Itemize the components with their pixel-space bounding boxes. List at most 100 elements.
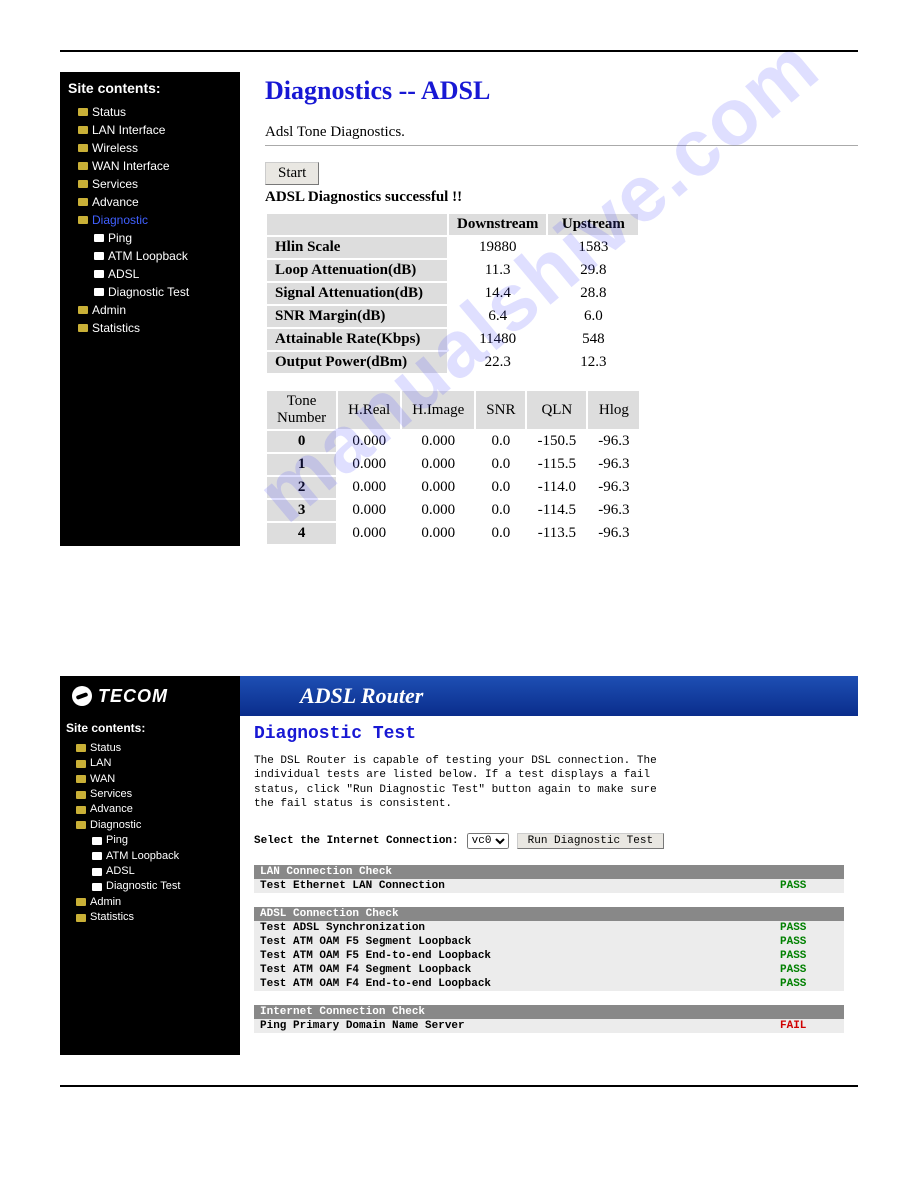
cell-himage: 0.000	[402, 500, 474, 521]
sidebar-item-label: Advance	[92, 193, 139, 211]
sidebar-item-label: Status	[92, 103, 126, 121]
sidebar-item-advance[interactable]: Advance	[68, 193, 232, 211]
panel-diagnostic-test: TECOM ADSL Router Site contents: StatusL…	[60, 676, 858, 1055]
cell-upstream: 28.8	[548, 283, 638, 304]
table-row: 20.0000.0000.0-114.0-96.3	[267, 477, 639, 498]
sidebar-item-label: LAN Interface	[92, 121, 165, 139]
sidebar-item-lan-interface[interactable]: LAN Interface	[68, 121, 232, 139]
sidebar-item-label: Status	[90, 741, 121, 756]
col-downstream: Downstream	[449, 214, 546, 235]
content-area: Diagnostic Test The DSL Router is capabl…	[240, 716, 858, 1055]
col-header: QLN	[527, 391, 586, 429]
check-label: Ping Primary Domain Name Server	[254, 1019, 774, 1033]
sidebar-item-label: Services	[92, 175, 138, 193]
sidebar-item-label: Advance	[90, 802, 133, 817]
cell-tone-number: 4	[267, 523, 336, 544]
sidebar-item-label: Diagnostic	[92, 211, 148, 229]
page-icon	[92, 868, 102, 876]
sidebar-item-diagnostic-test[interactable]: Diagnostic Test	[66, 879, 234, 894]
sidebar-item-services[interactable]: Services	[66, 787, 234, 802]
sidebar-item-label: Statistics	[92, 319, 140, 337]
page-description: The DSL Router is capable of testing you…	[254, 754, 674, 811]
sidebar: Site contents: StatusLAN InterfaceWirele…	[60, 72, 240, 546]
cell-qln: -113.5	[527, 523, 586, 544]
sidebar-item-admin[interactable]: Admin	[68, 301, 232, 319]
sidebar-item-ping[interactable]: Ping	[68, 229, 232, 247]
connection-select[interactable]: vc0	[467, 833, 509, 849]
folder-icon	[76, 760, 86, 768]
sidebar-item-services[interactable]: Services	[68, 175, 232, 193]
row-label: Hlin Scale	[267, 237, 447, 258]
col-upstream: Upstream	[548, 214, 638, 235]
table-row: Test ATM OAM F5 End-to-end LoopbackPASS	[254, 949, 844, 963]
cell-hreal: 0.000	[338, 431, 400, 452]
page-icon	[94, 270, 104, 278]
table-row: 30.0000.0000.0-114.5-96.3	[267, 500, 639, 521]
start-button[interactable]: Start	[265, 162, 319, 185]
row-label: SNR Margin(dB)	[267, 306, 447, 327]
banner-title: ADSL Router	[240, 676, 858, 716]
cell-himage: 0.000	[402, 523, 474, 544]
folder-icon	[76, 744, 86, 752]
sidebar-item-adsl[interactable]: ADSL	[68, 265, 232, 283]
check-label: Test ATM OAM F5 Segment Loopback	[254, 935, 774, 949]
page-icon	[94, 234, 104, 242]
cell-hreal: 0.000	[338, 523, 400, 544]
sidebar-item-label: Wireless	[92, 139, 138, 157]
sidebar-item-ping[interactable]: Ping	[66, 833, 234, 848]
sidebar-item-advance[interactable]: Advance	[66, 802, 234, 817]
sidebar-item-wan-interface[interactable]: WAN Interface	[68, 157, 232, 175]
table-row: Attainable Rate(Kbps)11480548	[267, 329, 638, 350]
sidebar-item-label: Diagnostic	[90, 818, 141, 833]
sidebar-item-statistics[interactable]: Statistics	[68, 319, 232, 337]
folder-icon	[76, 806, 86, 814]
run-diagnostic-button[interactable]: Run Diagnostic Test	[517, 833, 664, 849]
folder-icon	[76, 821, 86, 829]
page-icon	[94, 288, 104, 296]
cell-upstream: 548	[548, 329, 638, 350]
cell-downstream: 19880	[449, 237, 546, 258]
tone-table: ToneNumberH.RealH.ImageSNRQLNHlog 00.000…	[265, 389, 641, 546]
folder-icon	[78, 180, 88, 188]
table-row: Test ATM OAM F5 Segment LoopbackPASS	[254, 935, 844, 949]
sidebar-item-wireless[interactable]: Wireless	[68, 139, 232, 157]
check-result: PASS	[774, 977, 844, 991]
sidebar-item-diagnostic[interactable]: Diagnostic	[66, 818, 234, 833]
check-label: Test ATM OAM F4 Segment Loopback	[254, 963, 774, 977]
check-group-title: LAN Connection Check	[254, 865, 844, 879]
table-row: Output Power(dBm)22.312.3	[267, 352, 638, 373]
check-label: Test Ethernet LAN Connection	[254, 879, 774, 893]
sidebar-item-wan[interactable]: WAN	[66, 772, 234, 787]
folder-icon	[78, 306, 88, 314]
sidebar-item-adsl[interactable]: ADSL	[66, 864, 234, 879]
brand-text: TECOM	[98, 686, 168, 707]
check-table: ADSL Connection CheckTest ADSL Synchroni…	[254, 907, 844, 991]
table-row: Loop Attenuation(dB)11.329.8	[267, 260, 638, 281]
table-row: 40.0000.0000.0-113.5-96.3	[267, 523, 639, 544]
sidebar-item-label: Admin	[92, 301, 126, 319]
sidebar-item-atm-loopback[interactable]: ATM Loopback	[68, 247, 232, 265]
sidebar-item-admin[interactable]: Admin	[66, 895, 234, 910]
sidebar-item-status[interactable]: Status	[68, 103, 232, 121]
sidebar-item-label: WAN Interface	[92, 157, 170, 175]
sidebar-item-diagnostic-test[interactable]: Diagnostic Test	[68, 283, 232, 301]
banner: TECOM ADSL Router	[60, 676, 858, 716]
sidebar-item-lan[interactable]: LAN	[66, 756, 234, 771]
sidebar-title: Site contents:	[68, 78, 232, 99]
cell-downstream: 11.3	[449, 260, 546, 281]
cell-tone-number: 1	[267, 454, 336, 475]
cell-snr: 0.0	[476, 431, 525, 452]
sidebar-item-diagnostic[interactable]: Diagnostic	[68, 211, 232, 229]
status-message: ADSL Diagnostics successful !!	[265, 189, 858, 206]
folder-icon	[76, 914, 86, 922]
sidebar-item-label: Statistics	[90, 910, 134, 925]
sidebar-item-status[interactable]: Status	[66, 741, 234, 756]
sidebar-item-statistics[interactable]: Statistics	[66, 910, 234, 925]
row-label: Loop Attenuation(dB)	[267, 260, 447, 281]
table-row: Test ATM OAM F4 Segment LoopbackPASS	[254, 963, 844, 977]
sidebar-item-atm-loopback[interactable]: ATM Loopback	[66, 849, 234, 864]
cell-qln: -115.5	[527, 454, 586, 475]
sidebar-item-label: Admin	[90, 895, 121, 910]
col-header: ToneNumber	[267, 391, 336, 429]
sidebar-item-label: Diagnostic Test	[108, 283, 189, 301]
